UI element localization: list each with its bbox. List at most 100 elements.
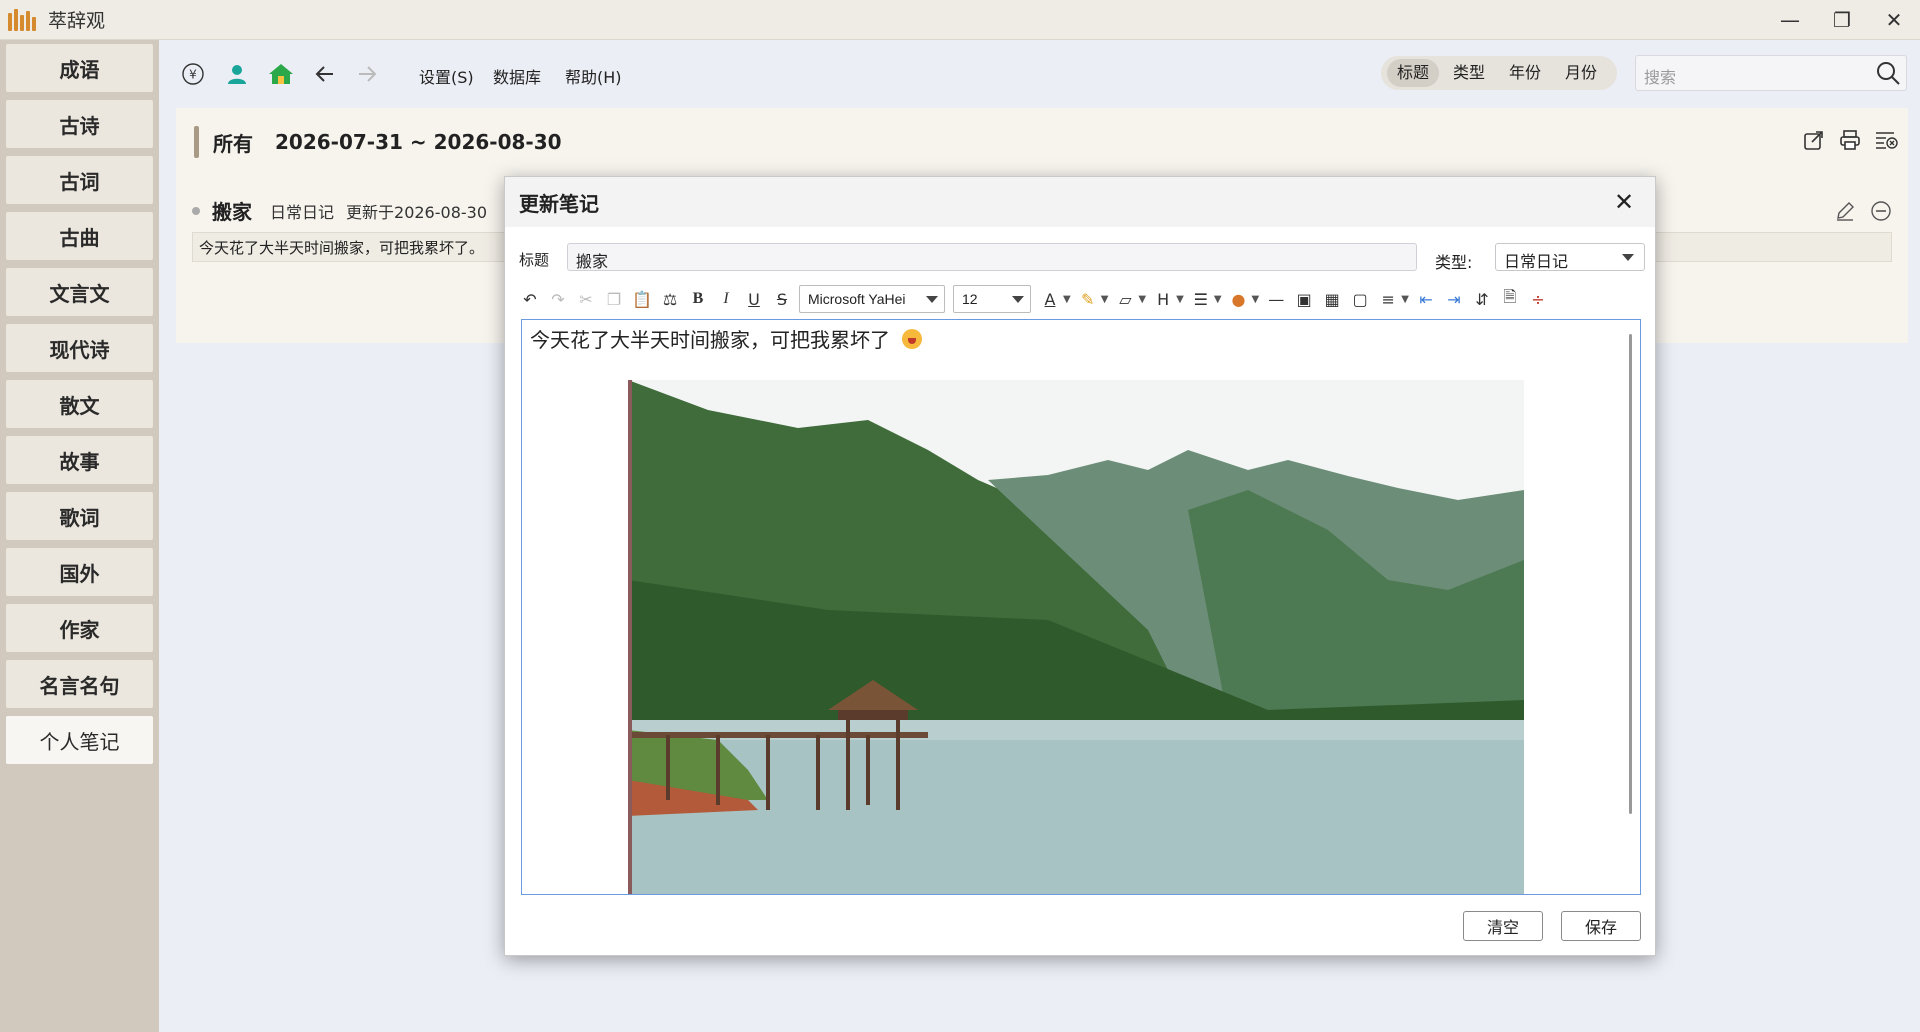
save-button[interactable]: 保存	[1561, 911, 1641, 941]
type-label: 类型:	[1435, 253, 1473, 272]
seg-month[interactable]: 月份	[1555, 59, 1607, 87]
fill-color-icon[interactable]: ▱	[1114, 288, 1136, 310]
copy-icon[interactable]: ❐	[603, 288, 625, 310]
sidebar-item-wenyanwen[interactable]: 文言文	[6, 268, 153, 316]
print-icon[interactable]	[1838, 128, 1862, 152]
sidebar-item-gushi[interactable]: 古诗	[6, 100, 153, 148]
window-controls: — ❐ ✕	[1764, 0, 1920, 40]
filter-bar: 所有 2026-07-31 ~ 2026-08-30	[194, 126, 562, 158]
sidebar-item-guci[interactable]: 古词	[6, 156, 153, 204]
sidebar-item-chengyu[interactable]: 成语	[6, 44, 153, 92]
sidebar-item-zuojia[interactable]: 作家	[6, 604, 153, 652]
page-break-icon[interactable]: ÷	[1527, 288, 1549, 310]
dropdown-arrow-icon[interactable]: ▼	[1176, 294, 1184, 305]
dropdown-arrow-icon[interactable]: ▼	[1101, 294, 1109, 305]
italic-icon[interactable]: I	[715, 288, 737, 310]
search-input[interactable]: 搜索	[1635, 55, 1907, 91]
title-input[interactable]: 搬家	[567, 243, 1417, 271]
forward-arrow-icon[interactable]	[353, 60, 381, 88]
edit-icon[interactable]	[1834, 200, 1856, 226]
menu-settings[interactable]: 设置(S)	[419, 64, 474, 88]
dropdown-arrow-icon[interactable]: ▼	[1214, 294, 1222, 305]
close-window-icon[interactable]: ✕	[1868, 0, 1920, 40]
text-color-icon[interactable]: A	[1039, 288, 1061, 310]
underline-icon[interactable]: U	[743, 288, 765, 310]
note-actions	[1834, 200, 1892, 226]
app-logo-icon	[8, 8, 38, 31]
font-size-select[interactable]: 12	[953, 285, 1031, 313]
source-icon[interactable]: 🗎	[1499, 287, 1521, 310]
field-row: 标题 搬家 类型: 日常日记	[519, 243, 1645, 273]
horizontal-rule-icon[interactable]: —	[1265, 288, 1287, 310]
editor-scrollbar[interactable]	[1629, 334, 1632, 814]
home-icon[interactable]	[267, 60, 295, 88]
sort-segmented-control: 标题 类型 年份 月份	[1381, 56, 1618, 90]
cut-icon[interactable]: ✂	[575, 288, 597, 310]
heading-icon[interactable]: H	[1152, 288, 1174, 310]
seg-title[interactable]: 标题	[1387, 59, 1440, 87]
svg-text:¥: ¥	[189, 68, 197, 82]
sidebar-item-gushi-story[interactable]: 故事	[6, 436, 153, 484]
restore-icon[interactable]: ❐	[1816, 0, 1868, 40]
filter-all[interactable]: 所有	[213, 128, 253, 157]
remove-icon[interactable]	[1870, 200, 1892, 226]
seg-type[interactable]: 类型	[1443, 59, 1495, 87]
panel-actions	[1802, 128, 1898, 152]
close-icon[interactable]: ✕	[1611, 188, 1637, 216]
sidebar: 成语 古诗 古词 古曲 文言文 现代诗 散文 故事 歌词 国外 作家 名言名句 …	[0, 40, 159, 1032]
align-icon[interactable]: ≡	[1377, 288, 1399, 310]
note-list-item[interactable]: 搬家 日常日记 更新于2026-08-30	[192, 196, 487, 225]
editor-content: 今天花了大半天时间搬家，可把我累坏了	[530, 324, 922, 353]
app-title: 萃辞观	[48, 10, 106, 32]
strikethrough-icon[interactable]: S	[771, 288, 793, 310]
seg-year[interactable]: 年份	[1499, 59, 1551, 87]
clear-button[interactable]: 清空	[1463, 911, 1543, 941]
chevron-down-icon	[926, 296, 938, 303]
dropdown-arrow-icon[interactable]: ▼	[1138, 294, 1146, 305]
paste-icon[interactable]: 📋	[631, 288, 653, 310]
highlight-icon[interactable]: ✎	[1077, 288, 1099, 310]
sidebar-item-guowai[interactable]: 国外	[6, 548, 153, 596]
menu-database[interactable]: 数据库	[493, 64, 541, 88]
sidebar-item-xiandaishi[interactable]: 现代诗	[6, 324, 153, 372]
code-block-icon[interactable]: ▣	[1293, 288, 1315, 310]
note-title[interactable]: 搬家	[212, 196, 252, 225]
minimize-icon[interactable]: —	[1764, 0, 1816, 40]
search-icon[interactable]	[1874, 59, 1902, 87]
line-height-icon[interactable]: ⇵	[1471, 288, 1493, 310]
font-family-select[interactable]: Microsoft YaHei	[799, 285, 945, 313]
redo-icon[interactable]: ↷	[547, 288, 569, 310]
date-range: 2026-07-31 ~ 2026-08-30	[275, 130, 562, 154]
export-icon[interactable]	[1802, 128, 1826, 152]
update-note-dialog: 更新笔记 ✕ 标题 搬家 类型: 日常日记 ↶ ↷ ✂ ❐ 📋 ⚖ B I U …	[504, 176, 1656, 956]
dropdown-arrow-icon[interactable]: ▼	[1063, 294, 1071, 305]
format-painter-icon[interactable]: ⚖	[659, 288, 681, 310]
emoji-icon[interactable]: ●	[1228, 288, 1250, 310]
clear-list-icon[interactable]	[1874, 128, 1898, 152]
rich-text-editor[interactable]: 今天花了大半天时间搬家，可把我累坏了	[521, 319, 1641, 895]
sidebar-item-mingyan[interactable]: 名言名句	[6, 660, 153, 708]
image-icon[interactable]: ▢	[1349, 288, 1371, 310]
font-size-value: 12	[962, 291, 978, 307]
sidebar-item-guqu[interactable]: 古曲	[6, 212, 153, 260]
type-select[interactable]: 日常日记	[1495, 243, 1645, 271]
dropdown-arrow-icon[interactable]: ▼	[1401, 294, 1409, 305]
indent-icon[interactable]: ⇥	[1443, 288, 1465, 310]
table-icon[interactable]: ▦	[1321, 288, 1343, 310]
bold-icon[interactable]: B	[687, 288, 709, 310]
sidebar-item-personal-notes[interactable]: 个人笔记	[6, 716, 153, 764]
sidebar-item-geci[interactable]: 歌词	[6, 492, 153, 540]
yen-icon[interactable]: ¥	[179, 60, 207, 88]
search-placeholder: 搜索	[1644, 68, 1677, 87]
sidebar-item-sanwen[interactable]: 散文	[6, 380, 153, 428]
outdent-icon[interactable]: ⇤	[1415, 288, 1437, 310]
undo-icon[interactable]: ↶	[519, 288, 541, 310]
bullet-icon	[192, 206, 200, 215]
dropdown-arrow-icon[interactable]: ▼	[1252, 294, 1260, 305]
user-icon[interactable]	[223, 60, 251, 88]
list-icon[interactable]: ☰	[1190, 288, 1212, 310]
back-arrow-icon[interactable]	[311, 60, 339, 88]
editor-text-line: 今天花了大半天时间搬家，可把我累坏了	[530, 328, 890, 352]
editor-toolbar: ↶ ↷ ✂ ❐ 📋 ⚖ B I U S Microsoft YaHei 12 A…	[519, 283, 1641, 315]
menu-help[interactable]: 帮助(H)	[565, 64, 622, 88]
